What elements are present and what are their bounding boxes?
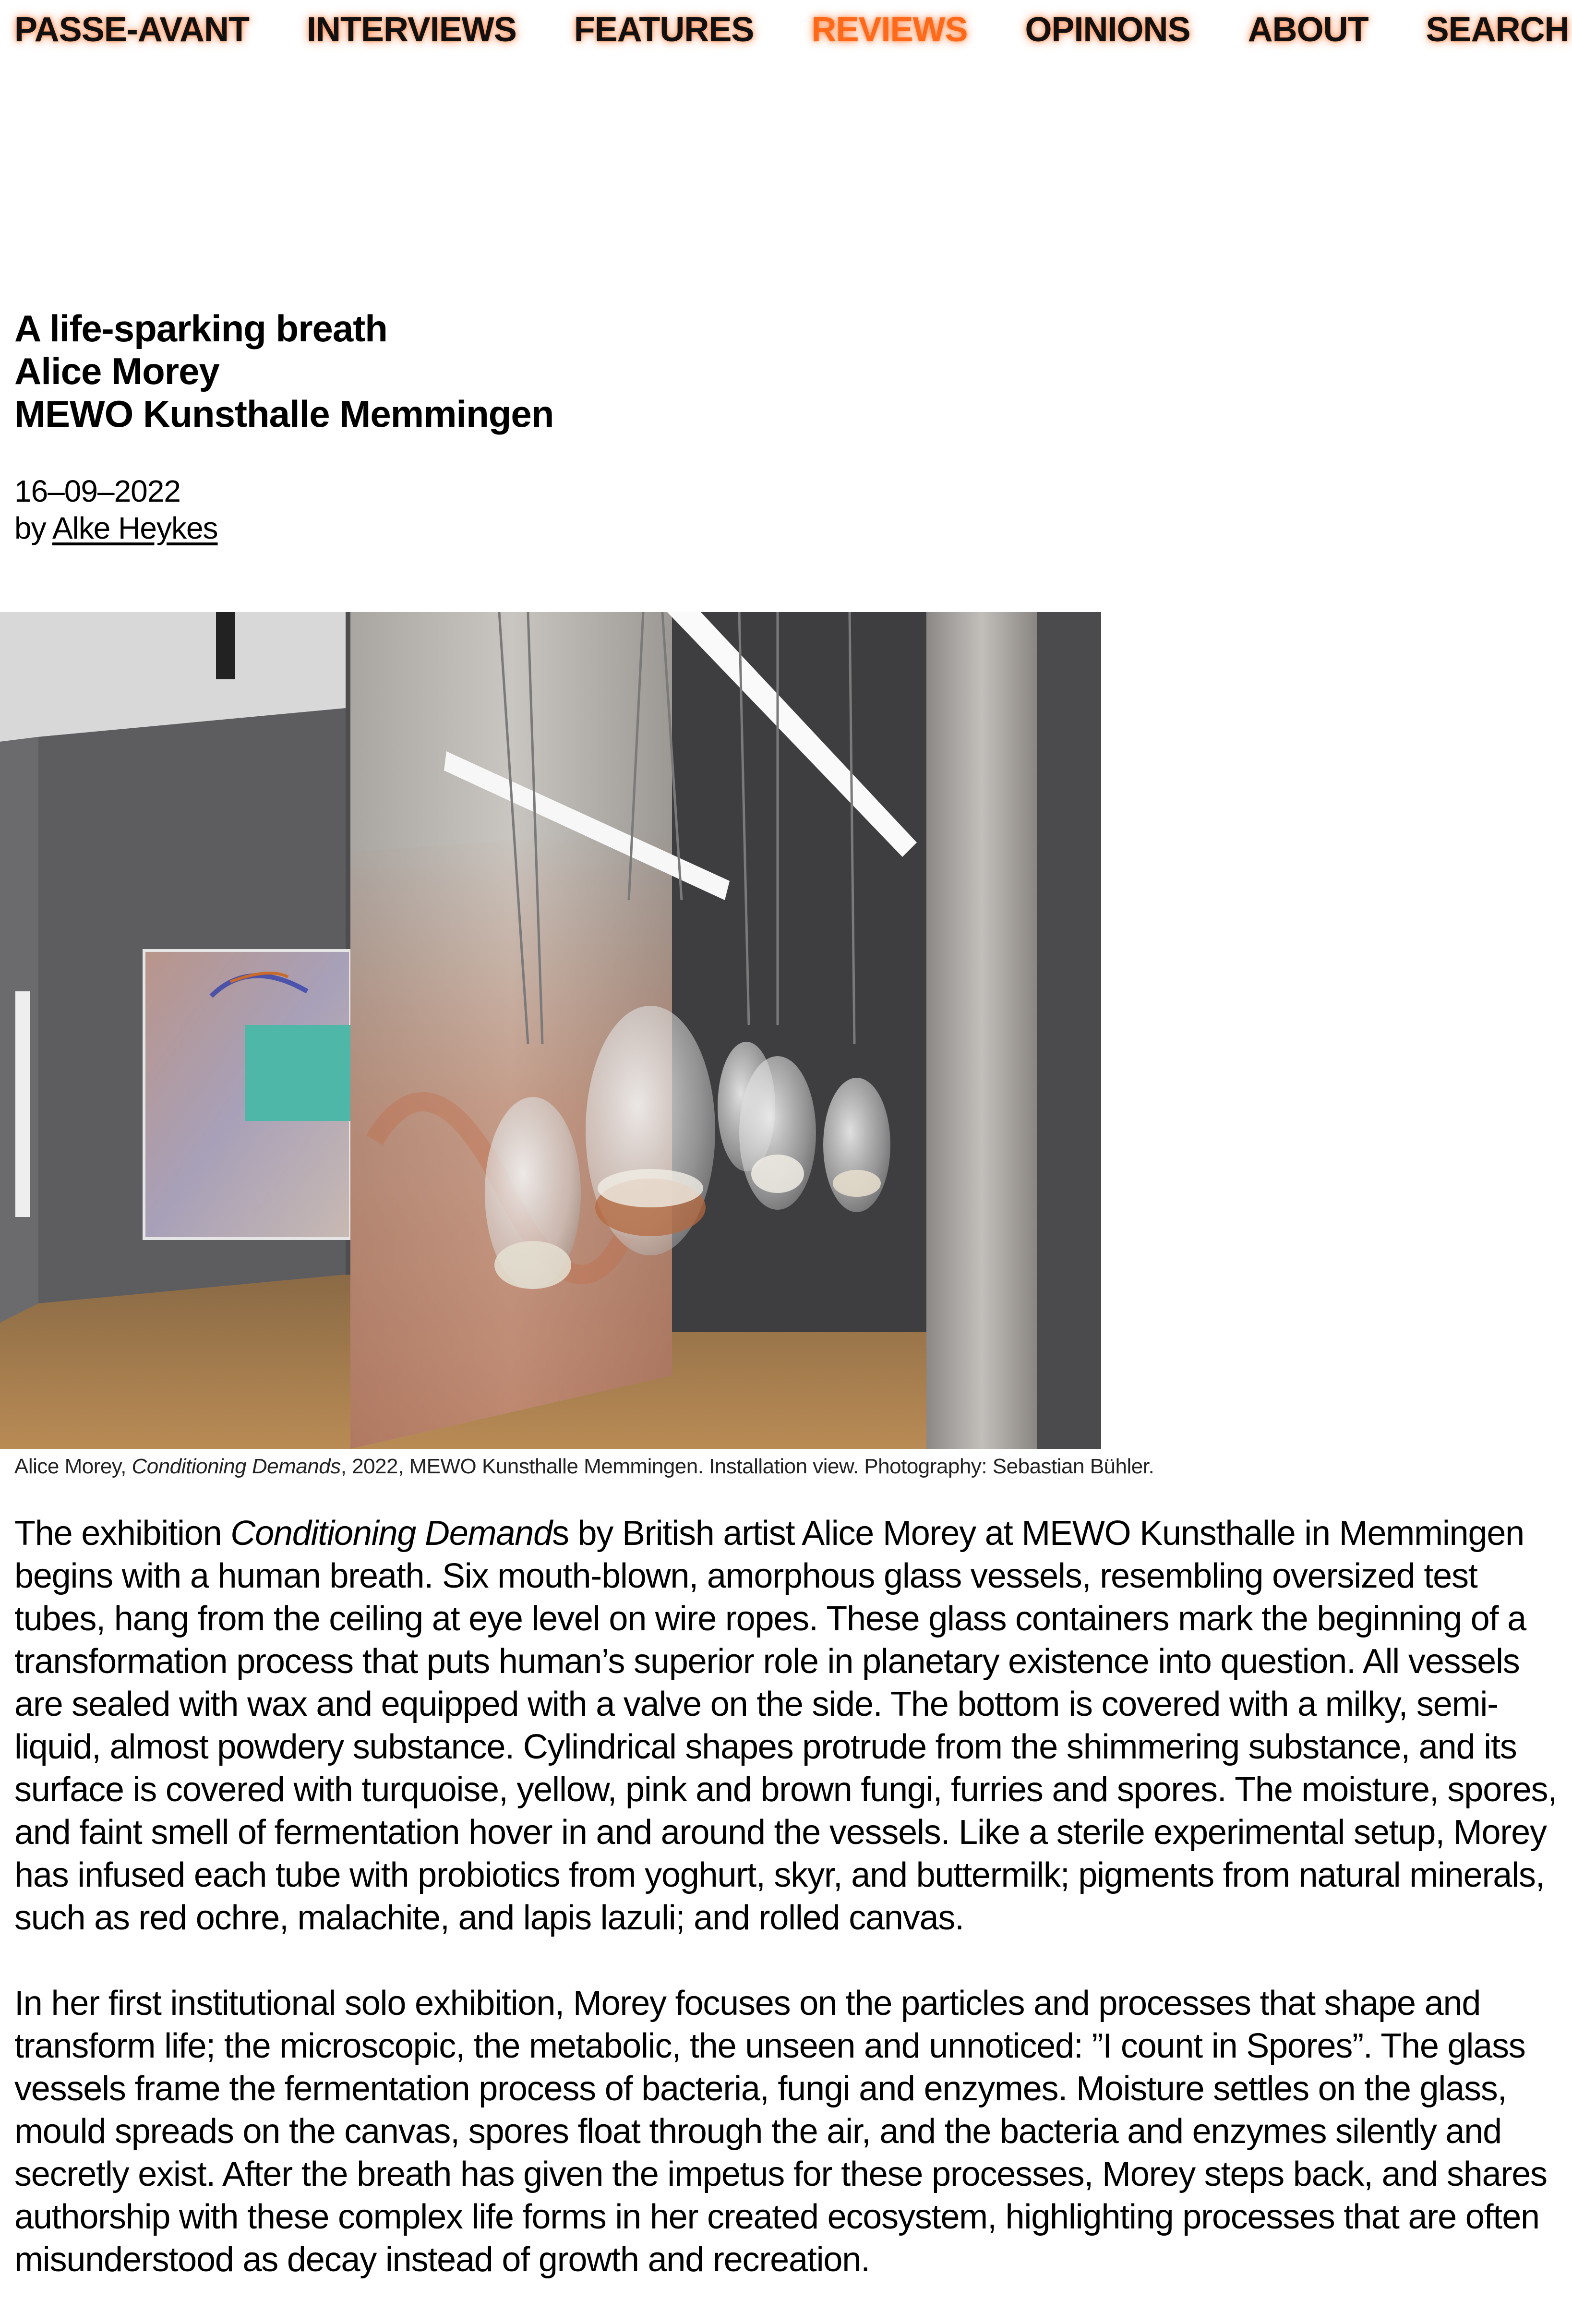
article-title: A life-sparking breath Alice Morey MEWO … [14, 307, 1454, 435]
image-caption: Alice Morey, Conditioning Demands, 2022,… [14, 1452, 1154, 1481]
nav-item-features[interactable]: FEATURES [574, 7, 755, 53]
nav-item-search[interactable]: SEARCH [1426, 7, 1570, 53]
paragraph-1-before: The exhibition [14, 1514, 231, 1553]
exhibition-title: Conditioning Demand [230, 1514, 552, 1553]
nav-item-opinions[interactable]: OPINIONS [1025, 7, 1191, 53]
nav-item-about[interactable]: ABOUT [1248, 7, 1369, 53]
nav-item-reviews[interactable]: REVIEWS [811, 7, 968, 53]
author-link[interactable]: Alke Heykes [52, 511, 218, 545]
nav-item-passe-avant[interactable]: PASSE-AVANT [14, 7, 250, 53]
article-meta: 16–09–2022 by Alke Heykes [14, 473, 218, 547]
caption-prefix: Alice Morey, [14, 1455, 132, 1478]
top-navigation: PASSE-AVANT INTERVIEWS FEATURES REVIEWS … [14, 7, 1570, 55]
article-header: A life-sparking breath Alice Morey MEWO … [14, 307, 1454, 435]
artist-name: Alice Morey [14, 350, 220, 392]
caption-work-title: Conditioning Demands [132, 1455, 341, 1478]
caption-suffix: , 2022, MEWO Kunsthalle Memmingen. Insta… [340, 1455, 1154, 1478]
byline-prefix: by [14, 511, 52, 545]
installation-photo [0, 612, 1101, 1449]
article-body: The exhibition Conditioning Demands by B… [14, 1512, 1565, 2324]
nav-item-interviews[interactable]: INTERVIEWS [307, 7, 517, 53]
paragraph-1-after: s by British artist Alice Morey at MEWO … [14, 1514, 1557, 1937]
article-title-line: A life-sparking breath [14, 307, 388, 349]
venue-name: MEWO Kunsthalle Memmingen [14, 393, 554, 435]
paragraph-1: The exhibition Conditioning Demands by B… [14, 1512, 1565, 1939]
byline: by Alke Heykes [14, 510, 218, 547]
paragraph-2: In her first institutional solo exhibiti… [14, 1984, 1548, 2279]
publish-date: 16–09–2022 [14, 474, 181, 508]
